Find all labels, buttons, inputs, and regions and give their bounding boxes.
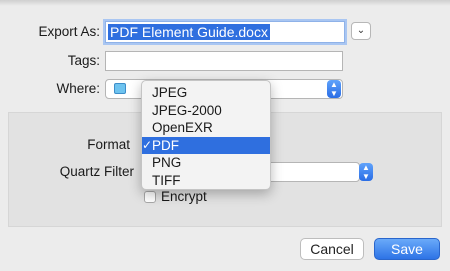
tags-label: Tags:: [67, 53, 100, 68]
encrypt-label: Encrypt: [161, 189, 207, 204]
expand-dialog-button[interactable]: ⌄: [351, 22, 371, 40]
format-label: Format: [87, 137, 130, 152]
format-option-jpeg[interactable]: JPEG: [142, 84, 270, 102]
where-stepper-icon[interactable]: ▲ ▼: [327, 80, 341, 98]
folder-icon: [114, 83, 126, 94]
format-option-tiff[interactable]: TIFF: [142, 172, 270, 190]
format-option-openexr[interactable]: OpenEXR: [142, 119, 270, 137]
export-as-field[interactable]: PDF Element Guide.docx: [105, 21, 345, 43]
format-menu: JPEG JPEG-2000 OpenEXR ✓ PDF PNG TIFF: [141, 80, 271, 190]
quartz-stepper-icon[interactable]: ▲ ▼: [359, 163, 373, 181]
format-option-pdf-label: PDF: [152, 137, 179, 153]
chevron-down-icon: ⌄: [356, 25, 366, 36]
format-option-png[interactable]: PNG: [142, 154, 270, 172]
tags-field[interactable]: [105, 51, 343, 71]
checkmark-icon: ✓: [142, 137, 153, 152]
encrypt-checkbox[interactable]: [144, 191, 156, 203]
export-as-label: Export As:: [38, 24, 100, 39]
quartz-filter-popup[interactable]: [260, 162, 360, 182]
format-option-pdf[interactable]: ✓ PDF: [142, 136, 270, 154]
export-dialog: Export As: PDF Element Guide.docx ⌄ Tags…: [0, 0, 450, 271]
quartz-filter-label: Quartz Filter: [59, 164, 134, 179]
where-label: Where:: [56, 81, 100, 96]
cancel-button[interactable]: Cancel: [300, 238, 364, 260]
export-as-value: PDF Element Guide.docx: [108, 24, 270, 40]
save-button[interactable]: Save: [374, 238, 440, 260]
title-shadow: [0, 0, 450, 6]
format-option-jpeg-2000[interactable]: JPEG-2000: [142, 102, 270, 120]
